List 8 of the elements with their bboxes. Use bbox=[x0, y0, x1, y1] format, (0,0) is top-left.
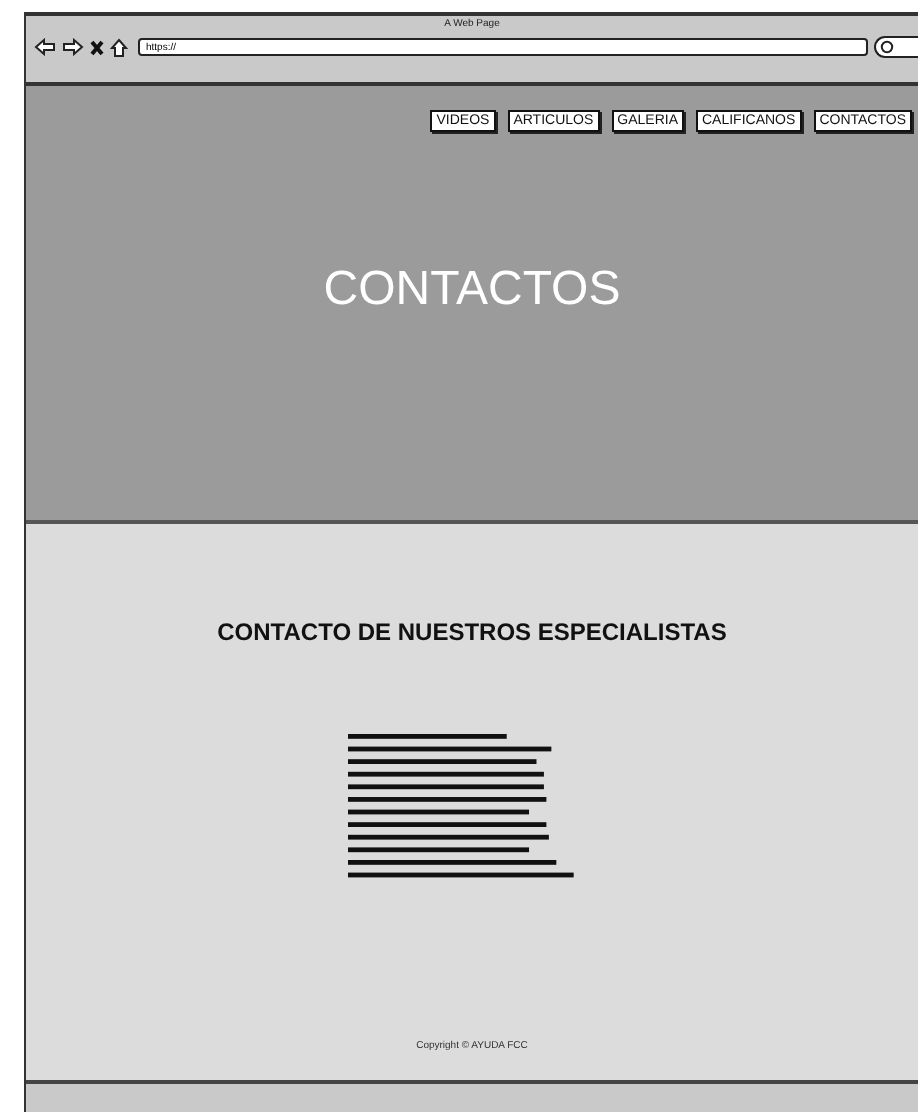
back-icon[interactable] bbox=[34, 38, 56, 56]
home-icon[interactable] bbox=[110, 37, 128, 57]
section-heading: CONTACTO DE NUESTROS ESPECIALISTAS bbox=[217, 618, 727, 646]
forward-icon[interactable] bbox=[62, 38, 84, 56]
close-icon[interactable] bbox=[90, 39, 104, 55]
search-field[interactable] bbox=[874, 36, 918, 58]
search-icon bbox=[880, 40, 894, 54]
hero-title: CONTACTOS bbox=[323, 262, 621, 316]
